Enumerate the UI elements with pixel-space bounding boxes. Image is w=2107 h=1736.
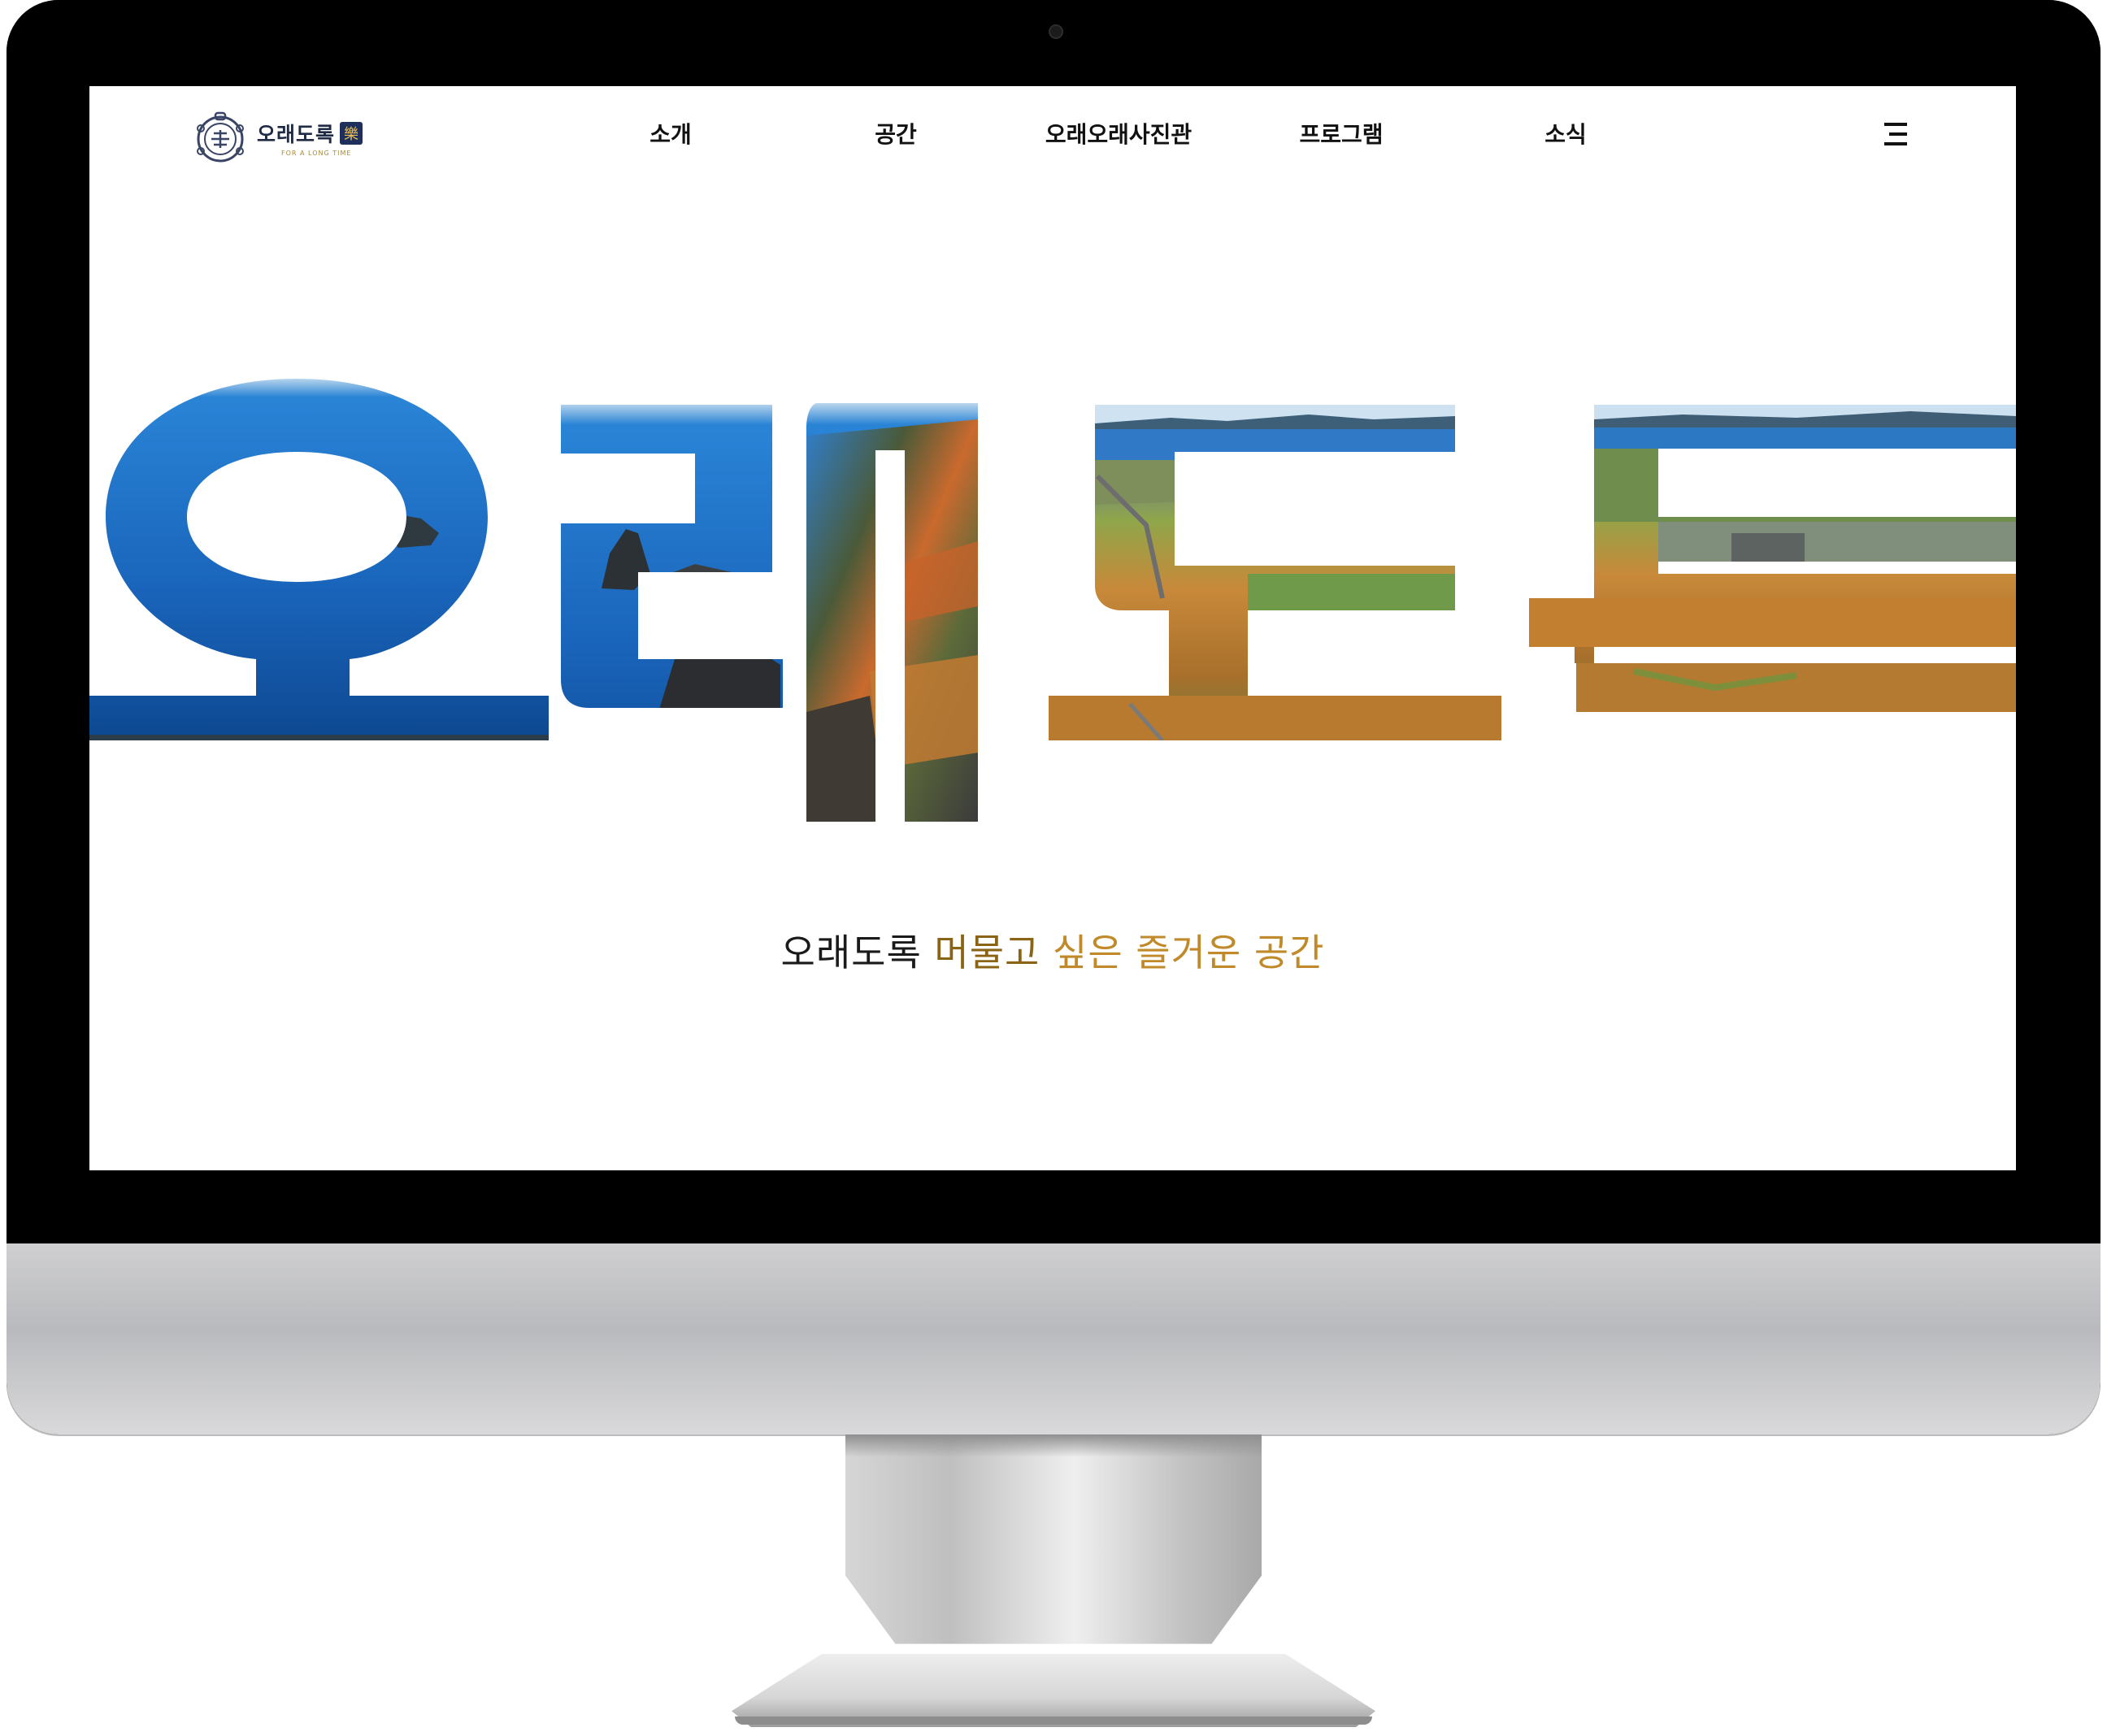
hero-letter-rae [561, 403, 978, 822]
hero-photo-lettering [89, 330, 2016, 915]
tagline-part-space: 싶은 즐거운 공간 [1053, 931, 1325, 974]
website-screen: 오래도록 樂 FOR A LONG TIME 소개 공간 오래오래사진관 프로그… [89, 86, 2016, 1170]
main-nav: 소개 공간 오래오래사진관 프로그램 소식 [89, 117, 2016, 158]
site-header: 오래도록 樂 FOR A LONG TIME 소개 공간 오래오래사진관 프로그… [89, 86, 2016, 184]
nav-item-intro[interactable]: 소개 [649, 117, 692, 150]
nav-item-news[interactable]: 소식 [1544, 117, 1587, 150]
hero-letter-o [89, 379, 549, 740]
hamburger-menu-icon[interactable] [1878, 115, 1915, 153]
camera-icon [1049, 24, 1063, 39]
monitor-base-lip [735, 1716, 1372, 1725]
nav-item-photo-studio[interactable]: 오래오래사진관 [1045, 117, 1192, 150]
nav-item-program[interactable]: 프로그램 [1299, 117, 1383, 150]
hero-letter-do [1049, 405, 1501, 740]
monitor-chin [7, 1243, 2100, 1434]
hero-lettering-svg [89, 379, 2016, 822]
tagline-part-brand: 오래도록 [780, 931, 922, 974]
monitor-stand-shadow [845, 1434, 1262, 1457]
monitor-stand [845, 1434, 1262, 1644]
tagline-part-stay: 머물고 [934, 931, 1040, 974]
hero-letter-rok [1529, 405, 2016, 712]
nav-item-space[interactable]: 공간 [875, 117, 917, 150]
hero-tagline: 오래도록 머물고 싶은 즐거운 공간 [89, 923, 2016, 977]
